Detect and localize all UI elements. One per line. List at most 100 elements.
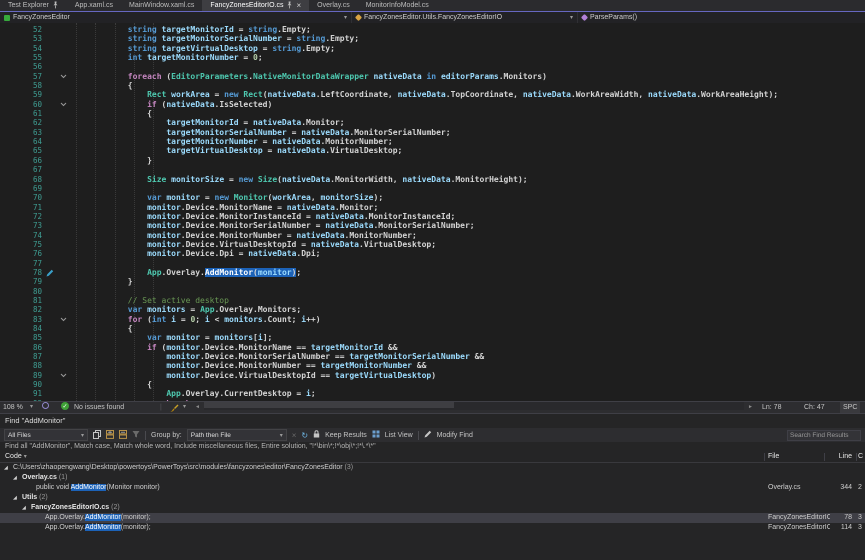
code-line[interactable]: 55 int targetMonitorNumber = 0; <box>0 53 865 62</box>
column-separator[interactable] <box>856 453 857 461</box>
code-line[interactable]: 82 var monitors = App.Overlay.Monitors; <box>0 305 865 314</box>
code-line[interactable]: 89 monitor.Device.VirtualDesktopId == ta… <box>0 371 865 380</box>
code-line[interactable]: 85 var monitor = monitors[i]; <box>0 333 865 342</box>
code-line[interactable]: 75 monitor.Device.VirtualDesktopId = nat… <box>0 240 865 249</box>
code-line[interactable]: 52 string targetMonitorId = string.Empty… <box>0 25 865 34</box>
gutter-spacer <box>44 240 56 249</box>
group-by-dropdown[interactable]: Path then File ▾ <box>187 429 287 441</box>
pin-icon[interactable] <box>286 1 293 11</box>
code-line[interactable]: 71 monitor.Device.MonitorName = nativeDa… <box>0 203 865 212</box>
code-editor[interactable]: 52 string targetMonitorId = string.Empty… <box>0 23 865 401</box>
health-status-label[interactable]: No issues found <box>74 402 124 413</box>
fold-chevron-icon[interactable] <box>56 72 70 81</box>
column-separator[interactable] <box>824 453 825 461</box>
code-line[interactable]: 60 if (nativeData.IsSelected) <box>0 100 865 109</box>
collapse-all-icon[interactable] <box>119 430 127 441</box>
column-header-line[interactable]: Line <box>828 452 852 462</box>
code-line[interactable]: 77 <box>0 259 865 268</box>
tab-overlay-cs[interactable]: Overlay.cs <box>309 0 358 11</box>
code-line[interactable]: 79 } <box>0 277 865 286</box>
find-result-row[interactable]: App.Overlay.AddMonitor(monitor);FancyZon… <box>0 523 865 533</box>
find-result-row[interactable]: ◢Overlay.cs (1) <box>0 473 865 483</box>
code-line[interactable]: 83 for (int i = 0; i < monitors.Count; i… <box>0 315 865 324</box>
scroll-left-icon[interactable]: ◄ <box>195 402 200 413</box>
code-line[interactable]: 90 { <box>0 380 865 389</box>
modify-find-button[interactable]: Modify Find <box>437 432 473 439</box>
code-line[interactable]: 61 { <box>0 109 865 118</box>
scrollbar-thumb[interactable] <box>204 402 454 408</box>
code-line[interactable]: 91 App.Overlay.CurrentDesktop = i; <box>0 389 865 398</box>
code-line[interactable]: 63 targetMonitorSerialNumber = nativeDat… <box>0 128 865 137</box>
expand-all-icon[interactable] <box>106 430 114 441</box>
column-header-col[interactable]: C <box>858 452 863 462</box>
repeat-find-icon[interactable]: ↻ <box>301 431 308 440</box>
fold-chevron-icon[interactable] <box>56 371 70 380</box>
code-line[interactable]: 59 Rect workArea = new Rect(nativeData.L… <box>0 90 865 99</box>
clear-results-icon[interactable]: × <box>292 431 297 440</box>
zoom-level[interactable]: 108 % <box>3 402 23 413</box>
code-line[interactable]: 70 var monitor = new Monitor(workArea, m… <box>0 193 865 202</box>
column-separator[interactable] <box>764 453 765 461</box>
cleanup-dropdown-icon[interactable]: ▾ <box>183 402 186 413</box>
fold-chevron-icon[interactable] <box>56 315 70 324</box>
tab-test-explorer[interactable]: Test Explorer <box>0 0 67 11</box>
type-dropdown[interactable]: FancyZonesEditor.Utils.FancyZonesEditorI… <box>352 12 578 23</box>
code-line[interactable]: 87 monitor.Device.MonitorSerialNumber ==… <box>0 352 865 361</box>
tab-label: Overlay.cs <box>317 2 350 9</box>
pin-icon[interactable] <box>52 1 59 11</box>
code-line[interactable]: 80 <box>0 287 865 296</box>
code-line[interactable]: 78 App.Overlay.AddMonitor(monitor); <box>0 268 865 277</box>
zoom-dropdown-icon[interactable]: ▾ <box>30 402 33 413</box>
tab-app-xaml-cs[interactable]: App.xaml.cs <box>67 0 121 11</box>
code-line[interactable]: 65 targetVirtualDesktop = nativeData.Vir… <box>0 146 865 155</box>
tree-expander-icon[interactable]: ◢ <box>13 493 17 503</box>
code-line[interactable]: 53 string targetMonitorSerialNumber = st… <box>0 34 865 43</box>
list-view-button[interactable]: List View <box>385 432 413 439</box>
project-dropdown[interactable]: FancyZonesEditor ▾ <box>0 12 352 23</box>
fold-spacer <box>56 62 70 71</box>
code-line[interactable]: 88 monitor.Device.MonitorNumber == targe… <box>0 361 865 370</box>
column-header-code[interactable]: Code ▾ <box>0 453 27 460</box>
code-line[interactable]: 73 monitor.Device.MonitorSerialNumber = … <box>0 221 865 230</box>
files-filter-dropdown[interactable]: All Files ▾ <box>4 429 88 441</box>
tree-expander-icon[interactable]: ◢ <box>13 473 17 483</box>
code-line[interactable]: 64 targetMonitorNumber = nativeData.Moni… <box>0 137 865 146</box>
code-line[interactable]: 84 { <box>0 324 865 333</box>
code-line[interactable]: 56 <box>0 62 865 71</box>
member-dropdown[interactable]: ParseParams() <box>578 12 865 23</box>
document-health-icon[interactable] <box>42 402 49 409</box>
code-line[interactable]: 74 monitor.Device.MonitorNumber = native… <box>0 231 865 240</box>
code-line[interactable]: 72 monitor.Device.MonitorInstanceId = na… <box>0 212 865 221</box>
code-line[interactable]: 86 if (monitor.Device.MonitorName == tar… <box>0 343 865 352</box>
close-icon[interactable]: × <box>296 2 301 10</box>
tab-mainwindow-xaml-cs[interactable]: MainWindow.xaml.cs <box>121 0 202 11</box>
horizontal-scrollbar[interactable] <box>204 402 744 410</box>
find-result-row[interactable]: public void AddMonitor(Monitor monitor)O… <box>0 483 865 493</box>
code-line[interactable]: 58 { <box>0 81 865 90</box>
code-line[interactable]: 81 // Set active desktop <box>0 296 865 305</box>
tab-fancyzoneseditorio-cs[interactable]: FancyZonesEditorIO.cs× <box>202 0 309 11</box>
whitespace-mode-indicator[interactable]: SPC <box>840 402 860 413</box>
code-line[interactable]: 69 <box>0 184 865 193</box>
code-line[interactable]: 67 <box>0 165 865 174</box>
filter-icon[interactable] <box>132 430 140 440</box>
code-line[interactable]: 57 foreach (EditorParameters.NativeMonit… <box>0 72 865 81</box>
column-header-file[interactable]: File <box>768 452 779 462</box>
code-line[interactable]: 76 monitor.Device.Dpi = nativeData.Dpi; <box>0 249 865 258</box>
keep-results-button[interactable]: Keep Results <box>325 432 367 439</box>
code-line[interactable]: 54 string targetVirtualDesktop = string.… <box>0 44 865 53</box>
tab-monitorinfomodel-cs[interactable]: MonitorInfoModel.cs <box>358 0 437 11</box>
find-result-row[interactable]: ◢Utils (2) <box>0 493 865 503</box>
scroll-right-icon[interactable]: ► <box>748 402 753 413</box>
tree-expander-icon[interactable]: ◢ <box>4 463 8 473</box>
find-result-row[interactable]: App.Overlay.AddMonitor(monitor);FancyZon… <box>0 513 865 523</box>
code-line[interactable]: 62 targetMonitorId = nativeData.Monitor; <box>0 118 865 127</box>
copy-icon[interactable] <box>93 430 101 441</box>
code-line[interactable]: 66 } <box>0 156 865 165</box>
find-result-row[interactable]: ◢C:\Users\zhaopengwang\Desktop\powertoys… <box>0 463 865 473</box>
find-result-row[interactable]: ◢FancyZonesEditorIO.cs (2) <box>0 503 865 513</box>
code-line[interactable]: 68 Size monitorSize = new Size(nativeDat… <box>0 175 865 184</box>
search-find-results-input[interactable] <box>787 430 861 441</box>
fold-chevron-icon[interactable] <box>56 100 70 109</box>
tree-expander-icon[interactable]: ◢ <box>22 503 26 513</box>
